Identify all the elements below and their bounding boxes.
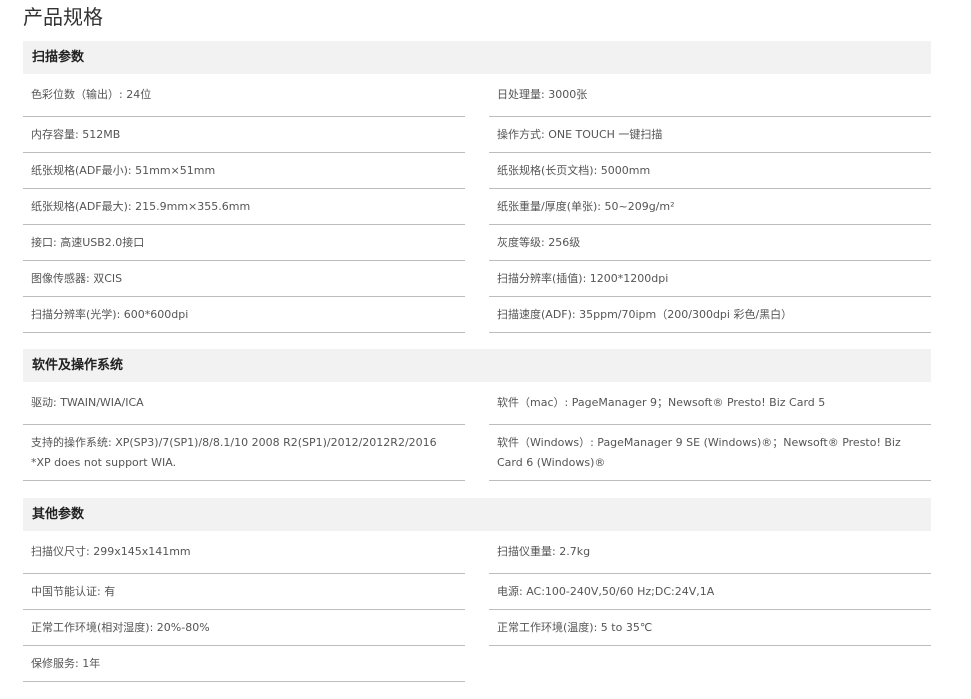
section-other-params: 其他参数 扫描仪尺寸: 299x145x141mm 扫描仪重量: 2.7kg 中… [23, 498, 931, 682]
spec-item: 扫描仪重量: 2.7kg [489, 531, 931, 574]
section-header-scan: 扫描参数 [23, 41, 931, 74]
spec-item: 色彩位数（输出）: 24位 [23, 74, 465, 117]
spec-item: 扫描速度(ADF): 35ppm/70ipm（200/300dpi 彩色/黑白） [489, 297, 931, 333]
spec-item: 接口: 高速USB2.0接口 [23, 225, 465, 261]
section-software-os: 软件及操作系统 驱动: TWAIN/WIA/ICA 软件（mac）: PageM… [23, 349, 931, 481]
spec-grid-other: 扫描仪尺寸: 299x145x141mm 扫描仪重量: 2.7kg 中国节能认证… [23, 531, 931, 682]
section-scan-params: 扫描参数 色彩位数（输出）: 24位 日处理量: 3000张 内存容量: 512… [23, 41, 931, 333]
spec-item: 扫描分辨率(插值): 1200*1200dpi [489, 261, 931, 297]
section-header-software: 软件及操作系统 [23, 349, 931, 382]
spec-grid-scan: 色彩位数（输出）: 24位 日处理量: 3000张 内存容量: 512MB 操作… [23, 74, 931, 333]
spec-item: 灰度等级: 256级 [489, 225, 931, 261]
spec-item: 扫描分辨率(光学): 600*600dpi [23, 297, 465, 333]
spec-item: 纸张规格(长页文档): 5000mm [489, 153, 931, 189]
spec-item: 内存容量: 512MB [23, 117, 465, 153]
spec-item: 图像传感器: 双CIS [23, 261, 465, 297]
spec-item: 纸张规格(ADF最小): 51mm×51mm [23, 153, 465, 189]
spec-item: 日处理量: 3000张 [489, 74, 931, 117]
spec-item: 电源: AC:100-240V,50/60 Hz;DC:24V,1A [489, 574, 931, 610]
spec-grid-software: 驱动: TWAIN/WIA/ICA 软件（mac）: PageManager 9… [23, 382, 931, 481]
spec-item: 保修服务: 1年 [23, 646, 465, 682]
section-header-other: 其他参数 [23, 498, 931, 531]
spec-item: 驱动: TWAIN/WIA/ICA [23, 382, 465, 425]
spec-item: 纸张规格(ADF最大): 215.9mm×355.6mm [23, 189, 465, 225]
spec-item: 扫描仪尺寸: 299x145x141mm [23, 531, 465, 574]
spec-item: 正常工作环境(温度): 5 to 35℃ [489, 610, 931, 646]
page-title: 产品规格 [23, 5, 103, 29]
spec-item: 软件（mac）: PageManager 9；Newsoft® Presto! … [489, 382, 931, 425]
spec-item: 支持的操作系统: XP(SP3)/7(SP1)/8/8.1/10 2008 R2… [23, 425, 465, 481]
spec-item: 中国节能认证: 有 [23, 574, 465, 610]
spec-item: 正常工作环境(相对湿度): 20%-80% [23, 610, 465, 646]
spec-item: 纸张重量/厚度(单张): 50~209g/m² [489, 189, 931, 225]
spec-item: 操作方式: ONE TOUCH 一键扫描 [489, 117, 931, 153]
spec-item: 软件（Windows）: PageManager 9 SE (Windows)®… [489, 425, 931, 481]
